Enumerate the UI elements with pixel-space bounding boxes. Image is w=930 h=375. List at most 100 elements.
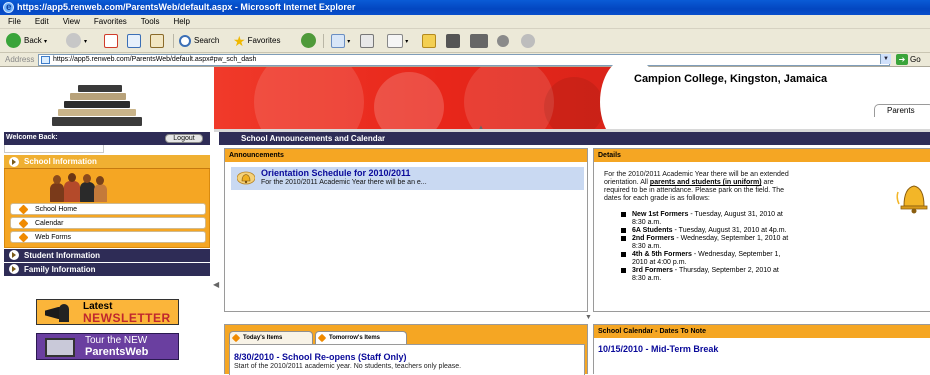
search-button[interactable]: Search <box>179 33 219 49</box>
details-text-segment: are <box>761 179 774 186</box>
address-url: https://app5.renweb.com/ParentsWeb/defau… <box>53 56 257 63</box>
search-label: Search <box>194 36 220 45</box>
list-item: 2nd Formers - Wednesday, September 1, 20… <box>621 235 874 251</box>
announcements-panel: Announcements Orientation Schedule for 2… <box>224 148 588 312</box>
bullet-icon <box>621 228 626 233</box>
sidebar-item-school-home[interactable]: School Home <box>10 203 206 215</box>
sidebar-item-web-forms[interactable]: Web Forms <box>10 231 206 243</box>
details-line: dates for each grade is as follows: <box>604 195 710 202</box>
back-label: Back <box>24 36 42 45</box>
discuss-icon <box>446 33 460 48</box>
research-button[interactable] <box>470 33 488 49</box>
print-button[interactable] <box>360 33 374 49</box>
menu-view[interactable]: View <box>55 15 86 28</box>
panel-split-icon[interactable]: ▼ <box>585 314 592 321</box>
item-text: - Tuesday, August 31, 2010 at 4p.m. <box>672 227 787 234</box>
window-title-bar: https://app5.renweb.com/ParentsWeb/defau… <box>0 0 930 15</box>
announcement-item[interactable]: Orientation Schedule for 2010/2011 For t… <box>231 167 584 190</box>
toolbar-extra-button[interactable] <box>521 33 538 49</box>
header-collapse-icon[interactable]: ▲ <box>478 125 484 131</box>
details-text-segment: orientation. All <box>604 179 650 186</box>
announcement-snippet: For the 2010/2011 Academic Year there wi… <box>261 179 427 186</box>
sidebar-student-information[interactable]: Student Information <box>4 249 210 262</box>
refresh-button[interactable] <box>127 33 141 49</box>
item-text: - Wednesday, September 1, 2010 at <box>674 235 789 242</box>
details-panel: Details For the 2010/2011 Academic Year … <box>593 148 930 312</box>
bullet-icon <box>621 252 626 257</box>
header-logo-area <box>0 67 214 129</box>
latest-newsletter-button[interactable]: Latest NEWSLETTER <box>36 299 179 325</box>
expand-icon <box>9 157 19 167</box>
welcome-label: Welcome Back: <box>6 134 58 141</box>
expand-icon <box>9 264 19 274</box>
tab-label: Today's Items <box>243 335 283 341</box>
page-icon <box>41 56 50 64</box>
ie-logo-icon <box>3 0 14 15</box>
details-text: For the 2010/2011 Academic Year there wi… <box>604 171 879 203</box>
forward-arrow-icon <box>66 33 81 49</box>
home-icon <box>150 33 164 48</box>
address-input[interactable]: https://app5.renweb.com/ParentsWeb/defau… <box>38 54 890 66</box>
forward-button[interactable]: ▾ <box>66 33 87 49</box>
home-button[interactable] <box>150 33 164 49</box>
diamond-bullet-icon <box>317 333 327 343</box>
item-text: - Wednesday, September 1, <box>691 251 781 258</box>
edit-button[interactable]: ▾ <box>387 33 408 49</box>
logout-button[interactable]: Logout <box>165 134 203 143</box>
messenger-button[interactable] <box>497 33 512 49</box>
school-name: Campion College, Kingston, Jamaica <box>634 73 828 85</box>
menu-favorites[interactable]: Favorites <box>86 15 133 28</box>
tab-todays-items[interactable]: Today's Items <box>229 331 313 344</box>
newsletter-line2: NEWSLETTER <box>83 311 171 325</box>
bullet-icon <box>621 236 626 241</box>
today-item-description: Start of the 2010/2011 academic year. No… <box>234 363 462 370</box>
favorites-button[interactable]: ★ Favorites <box>233 33 280 49</box>
bell-icon <box>237 171 255 185</box>
item-text-cont: 8:30 a.m. <box>632 275 662 282</box>
favorites-label: Favorites <box>247 36 281 46</box>
people-icon <box>521 33 535 48</box>
folder-button[interactable] <box>422 33 436 49</box>
announcements-header: Announcements <box>225 149 587 162</box>
print-icon <box>360 33 374 48</box>
school-calendar-header: School Calendar - Dates To Note <box>594 325 930 338</box>
school-information-title: School Information <box>24 157 97 166</box>
diamond-bullet-icon <box>231 333 241 343</box>
browser-toolbar: Back ▾ ▾ Search ★ Favorites ▾ ▾ <box>0 29 930 53</box>
announcement-title[interactable]: Orientation Schedule for 2010/2011 <box>261 168 411 178</box>
stop-button[interactable] <box>104 33 118 49</box>
person-icon <box>59 304 69 322</box>
mail-button[interactable]: ▾ <box>331 33 350 49</box>
sidebar-family-information[interactable]: Family Information <box>4 263 210 276</box>
go-button[interactable]: ➔ Go <box>896 54 921 66</box>
address-dropdown-button[interactable]: ▼ <box>880 54 891 64</box>
toolbar-separator <box>323 34 324 48</box>
sidebar-collapse-icon[interactable]: ◀ <box>213 280 219 289</box>
item-label: 4th & 5th Formers <box>632 251 692 258</box>
tab-tomorrows-items[interactable]: Tomorrow's Items <box>315 331 407 344</box>
mail-icon <box>331 33 345 48</box>
calendar-item[interactable]: 10/15/2010 - Mid-Term Break <box>598 344 718 354</box>
diamond-bullet-icon <box>18 232 29 243</box>
tab-parents[interactable]: Parents <box>874 104 930 117</box>
menu-edit[interactable]: Edit <box>27 15 55 28</box>
sidebar-item-calendar[interactable]: Calendar <box>10 217 206 229</box>
history-button[interactable] <box>301 33 319 49</box>
today-item-title[interactable]: 8/30/2010 - School Re-opens (Staff Only) <box>234 352 407 362</box>
item-label: 6A Students <box>632 227 673 234</box>
back-button[interactable]: Back ▾ <box>6 33 47 49</box>
messenger-icon <box>497 34 509 47</box>
discuss-button[interactable] <box>446 33 460 49</box>
menu-help[interactable]: Help <box>165 15 195 28</box>
school-information-header[interactable]: School Information <box>4 155 210 169</box>
research-icon <box>470 33 488 48</box>
sidebar-item-label: School Home <box>35 206 78 213</box>
tour-parentsweb-button[interactable]: Tour the NEW ParentsWeb <box>36 333 179 360</box>
menu-tools[interactable]: Tools <box>133 15 166 28</box>
expand-icon <box>9 250 19 260</box>
menu-file[interactable]: File <box>0 15 27 28</box>
item-text: - Thursday, September 2, 2010 at <box>672 267 779 274</box>
bell-icon <box>896 185 928 214</box>
diamond-bullet-icon <box>18 204 29 215</box>
list-item: 6A Students - Tuesday, August 31, 2010 a… <box>621 227 874 235</box>
